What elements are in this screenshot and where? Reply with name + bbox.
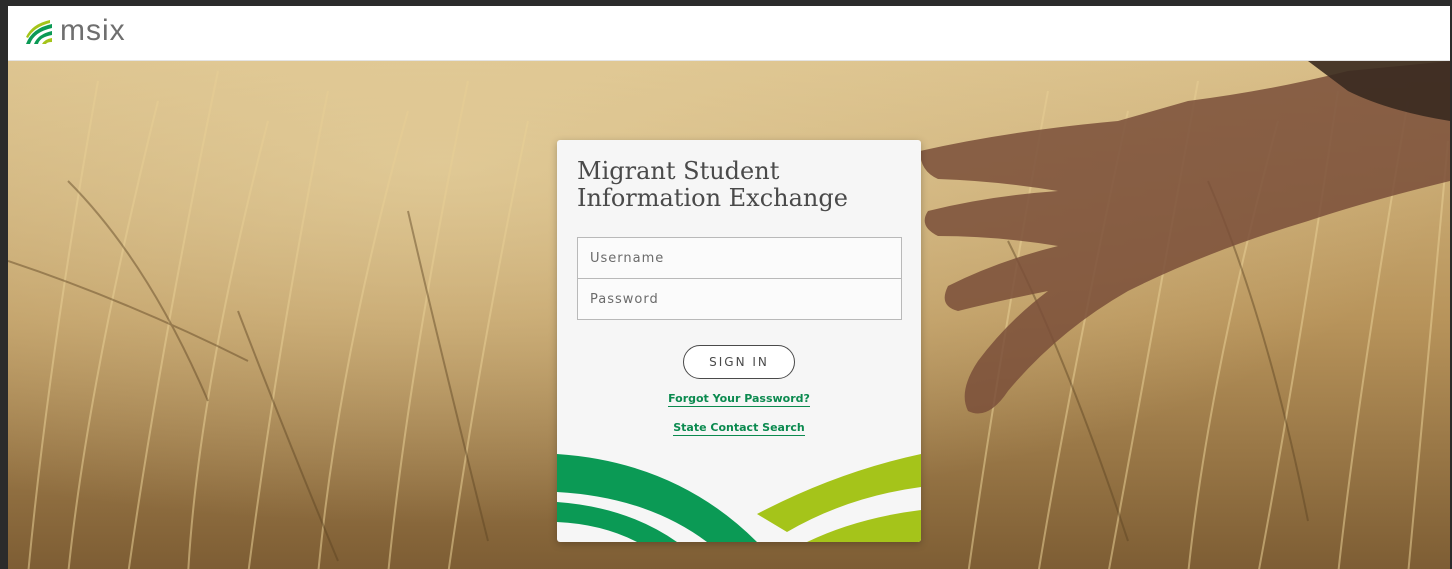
forgot-password-label: Forgot Your Password?: [668, 392, 810, 407]
brand-swoosh-graphic: [557, 454, 921, 542]
msix-logo-icon: [26, 20, 52, 44]
password-input[interactable]: [577, 278, 902, 320]
login-card: Migrant Student Information Exchange SIG…: [557, 140, 921, 542]
msix-logo[interactable]: msix: [24, 14, 126, 50]
username-input[interactable]: [577, 237, 902, 279]
brand-name: msix: [60, 14, 126, 47]
app-title: Migrant Student Information Exchange: [577, 157, 848, 212]
forgot-password-link[interactable]: Forgot Your Password?: [557, 392, 921, 407]
sign-in-button[interactable]: SIGN IN: [683, 345, 795, 379]
top-header: msix: [8, 6, 1450, 61]
app-window: msix Migrant Student Information Exchang…: [0, 0, 1452, 569]
state-contact-search-label: State Contact Search: [673, 421, 805, 436]
state-contact-search-link[interactable]: State Contact Search: [557, 421, 921, 436]
